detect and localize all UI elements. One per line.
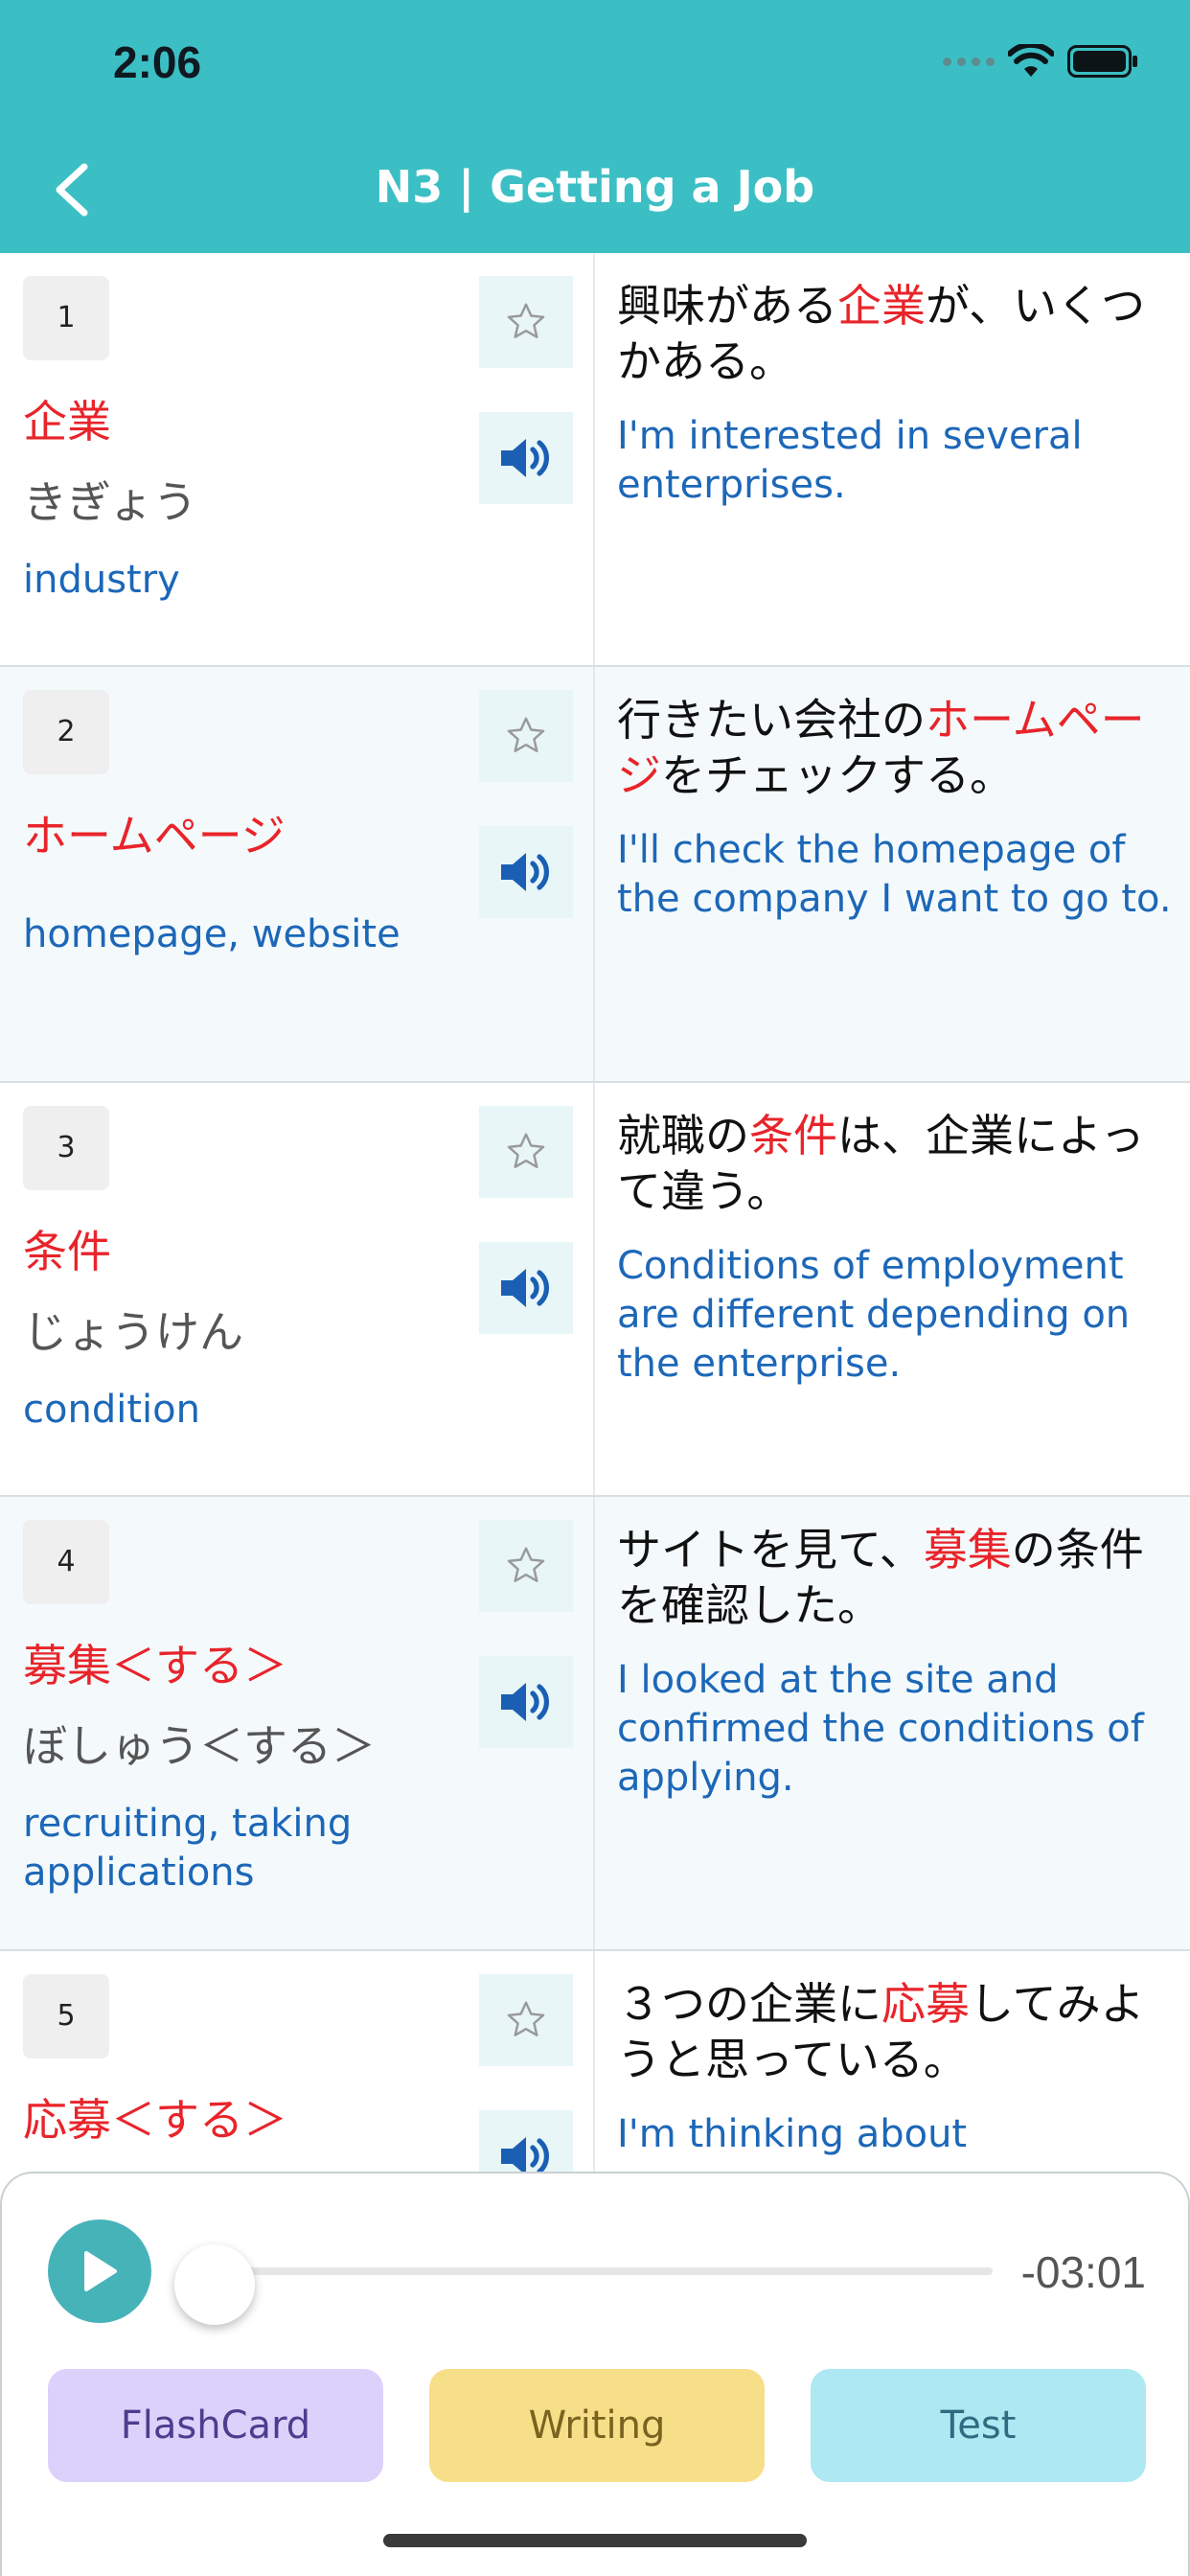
star-icon <box>507 2001 545 2036</box>
time-remaining: -03:01 <box>1020 2247 1146 2297</box>
column-divider <box>593 667 595 1081</box>
play-audio-button[interactable] <box>479 412 573 504</box>
favorite-button[interactable] <box>479 1974 573 2066</box>
favorite-button[interactable] <box>479 690 573 782</box>
page-title: N3 | Getting a Job <box>375 161 815 213</box>
vocab-word: 募集＜する＞ <box>23 1640 287 1691</box>
cellular-signal-icon <box>943 57 995 66</box>
example-sentence-jp: 行きたい会社のホームページをチェックする。 <box>617 694 1145 801</box>
favorite-button[interactable] <box>479 276 573 368</box>
play-audio-button[interactable] <box>479 826 573 918</box>
test-button[interactable]: Test <box>811 2369 1146 2482</box>
item-number: 1 <box>23 276 109 360</box>
column-divider <box>593 1497 595 1949</box>
vocab-meaning: recruiting, taking applications <box>23 1802 353 1895</box>
audio-progress-track[interactable] <box>211 2267 993 2275</box>
flashcard-button[interactable]: FlashCard <box>48 2369 383 2482</box>
app-header: 2:06 N3 | Getting a Job <box>0 0 1190 253</box>
list-item: 3 条件 じょうけん condition 就職の条件は、企業によって違う。 Co… <box>0 1083 1190 1497</box>
list-item: 1 企業 きぎょう industry 興味がある企業が、いくつかある。 I'm … <box>0 253 1190 667</box>
example-sentence-jp: ３つの企業に応募してみようと思っている。 <box>617 1978 1145 2085</box>
highlighted-word: 企業 <box>837 280 926 332</box>
play-button[interactable] <box>48 2220 151 2323</box>
vocab-meaning: industry <box>23 558 180 602</box>
speaker-icon <box>501 439 549 477</box>
highlighted-word: 募集 <box>923 1524 1012 1576</box>
example-sentence-en: I'll check the homepage of the company I… <box>617 828 1172 921</box>
vocab-reading: ぼしゅう＜する＞ <box>23 1720 376 1772</box>
audio-progress-thumb[interactable] <box>174 2244 255 2325</box>
item-number: 5 <box>23 1974 109 2058</box>
column-divider <box>593 1083 595 1495</box>
highlighted-word: 条件 <box>749 1110 837 1162</box>
item-number: 3 <box>23 1106 109 1190</box>
speaker-icon <box>501 1269 549 1307</box>
vocab-meaning: homepage, website <box>23 912 400 956</box>
vocab-meaning: condition <box>23 1388 200 1432</box>
favorite-button[interactable] <box>479 1106 573 1198</box>
example-sentence-en: Conditions of employment are different d… <box>617 1244 1131 1386</box>
vocab-word: 企業 <box>23 396 111 448</box>
play-audio-button[interactable] <box>479 1242 573 1334</box>
play-audio-button[interactable] <box>479 1656 573 1748</box>
play-icon <box>84 2251 117 2291</box>
vocab-reading: じょうけん <box>23 1306 243 1358</box>
vocab-word: 条件 <box>23 1226 111 1277</box>
list-item: 2 ホームページ homepage, website 行きたい会社のホームページ… <box>0 667 1190 1083</box>
home-indicator <box>383 2534 807 2547</box>
status-icons <box>943 42 1138 80</box>
speaker-icon <box>501 853 549 891</box>
vocab-word: 応募＜する＞ <box>23 2094 287 2146</box>
star-icon <box>507 1133 545 1168</box>
writing-button[interactable]: Writing <box>429 2369 765 2482</box>
column-divider <box>593 253 595 665</box>
example-sentence-jp: サイトを見て、募集の条件を確認した。 <box>617 1524 1144 1631</box>
wifi-icon <box>1008 44 1054 77</box>
example-sentence-jp: 就職の条件は、企業によって違う。 <box>617 1110 1145 1217</box>
star-icon <box>507 303 545 338</box>
status-time: 2:06 <box>113 37 202 87</box>
star-icon <box>507 1547 545 1582</box>
item-number: 4 <box>23 1520 109 1604</box>
example-sentence-en: I looked at the site and confirmed the c… <box>617 1658 1144 1800</box>
item-number: 2 <box>23 690 109 774</box>
battery-icon <box>1067 45 1137 78</box>
list-item: 4 募集＜する＞ ぼしゅう＜する＞ recruiting, taking app… <box>0 1497 1190 1951</box>
vocab-word: ホームページ <box>23 810 286 862</box>
example-sentence-en: I'm interested in several enterprises. <box>617 414 1083 507</box>
vocab-reading: きぎょう <box>23 476 197 528</box>
example-sentence-jp: 興味がある企業が、いくつかある。 <box>617 280 1146 387</box>
star-icon <box>507 717 545 752</box>
speaker-icon <box>501 1683 549 1721</box>
example-sentence-en: I'm thinking about <box>617 2112 968 2156</box>
highlighted-word: 応募 <box>881 1978 970 2030</box>
audio-player-panel: -03:01 FlashCard Writing Test <box>0 2172 1190 2576</box>
favorite-button[interactable] <box>479 1520 573 1612</box>
